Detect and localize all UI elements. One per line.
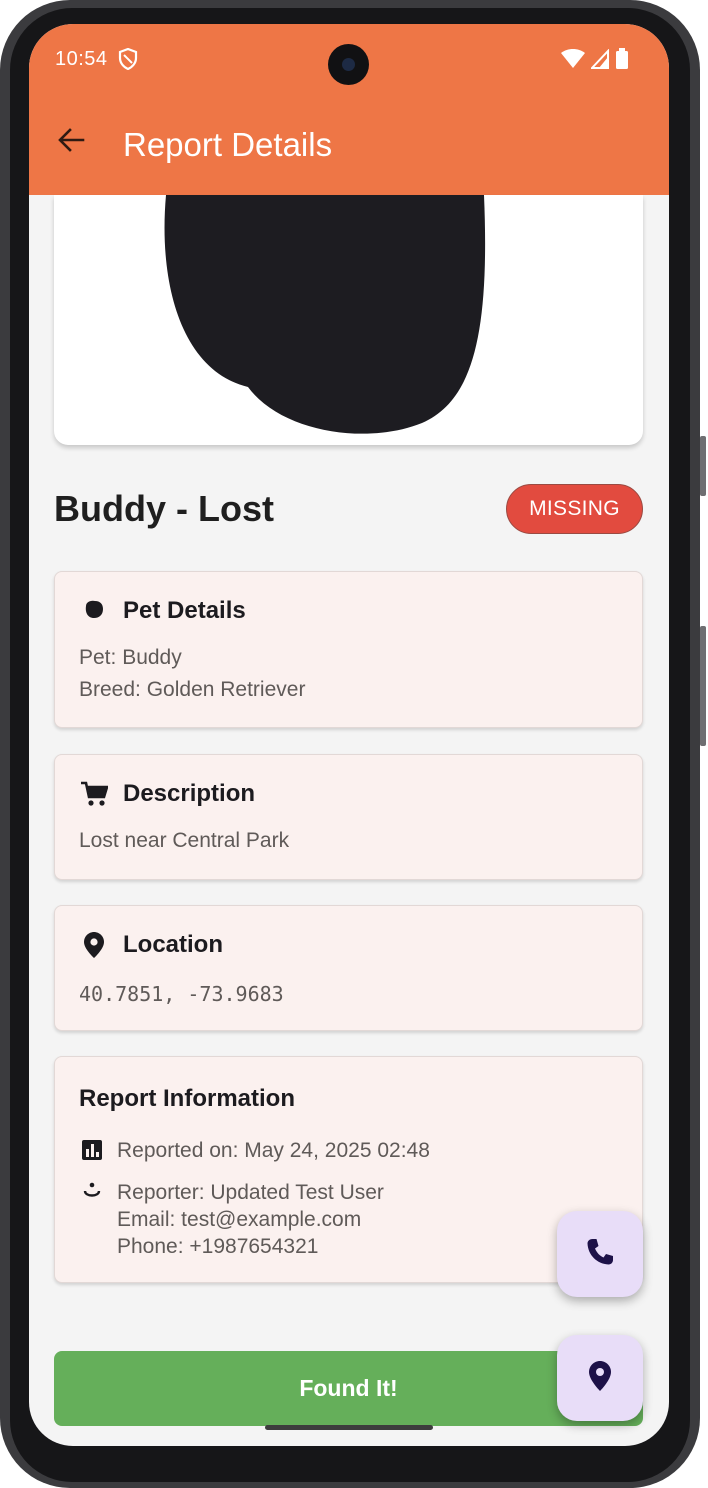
pet-details-title: Pet Details: [123, 597, 246, 624]
description-title: Description: [123, 780, 256, 807]
cart-icon: [79, 779, 109, 809]
pet-icon: [79, 596, 109, 626]
top-app-region: 10:54 Report Details: [29, 24, 669, 195]
power-button: [700, 626, 706, 746]
location-card: Location 40.7851, -73.9683: [54, 905, 643, 1031]
front-camera: [328, 44, 369, 85]
location-title: Location: [123, 931, 223, 958]
reported-on-text: Reported on: May 24, 2025 02:48: [117, 1139, 430, 1162]
bar-chart-icon: [79, 1137, 105, 1163]
call-fab[interactable]: [557, 1211, 643, 1297]
reporter-details: Reporter: Updated Test User Email: test@…: [117, 1179, 384, 1260]
report-info-title: Report Information: [79, 1085, 295, 1112]
battery-icon: [615, 48, 629, 75]
reporter-email: Email: test@example.com: [117, 1208, 362, 1231]
location-coordinates: 40.7851, -73.9683: [79, 982, 284, 1006]
phone-icon: [584, 1236, 616, 1273]
location-header: Location: [79, 930, 223, 960]
report-headline: Buddy - Lost MISSING: [54, 484, 643, 534]
description-header: Description: [79, 779, 255, 809]
reporter-phone: Phone: +1987654321: [117, 1235, 319, 1258]
report-info-card: Report Information Reported on: May 24, …: [54, 1056, 643, 1283]
back-button[interactable]: [51, 122, 91, 162]
shield-icon: [118, 47, 138, 71]
status-time: 10:54: [55, 48, 108, 70]
pet-details-text: Pet: Buddy Breed: Golden Retriever: [79, 642, 305, 706]
location-pin-icon: [588, 1360, 612, 1397]
pet-details-card: Pet Details Pet: Buddy Breed: Golden Ret…: [54, 571, 643, 728]
pet-photo-card: [54, 195, 643, 445]
status-bar: 10:54: [29, 24, 669, 96]
report-title: Buddy - Lost: [54, 488, 274, 529]
screen: 10:54 Report Details Buddy - Lost MISSIN…: [29, 24, 669, 1446]
reporter-row: Reporter: Updated Test User Email: test@…: [79, 1179, 384, 1260]
arrow-back-icon: [56, 125, 86, 160]
status-icons: [561, 48, 629, 75]
reported-on-row: Reported on: May 24, 2025 02:48: [79, 1137, 430, 1164]
pet-photo: [164, 195, 486, 434]
app-bar: Report Details: [29, 96, 669, 195]
location-pin-icon: [79, 930, 109, 960]
signal-icon: [589, 48, 609, 74]
page-title: Report Details: [123, 126, 333, 163]
person-icon: [79, 1179, 105, 1205]
wifi-icon: [561, 49, 585, 74]
map-fab[interactable]: [557, 1335, 643, 1421]
description-text: Lost near Central Park: [79, 829, 290, 852]
status-badge: MISSING: [506, 484, 643, 534]
reporter-name: Reporter: Updated Test User: [117, 1181, 384, 1204]
device-frame: 10:54 Report Details Buddy - Lost MISSIN…: [0, 0, 708, 1488]
pet-name-line: Pet: Buddy: [79, 646, 182, 669]
found-it-button[interactable]: Found It!: [54, 1351, 643, 1426]
volume-button: [700, 436, 706, 496]
pet-details-header: Pet Details: [79, 596, 246, 626]
home-indicator[interactable]: [265, 1425, 433, 1430]
description-card: Description Lost near Central Park: [54, 754, 643, 880]
pet-breed-line: Breed: Golden Retriever: [79, 678, 306, 701]
